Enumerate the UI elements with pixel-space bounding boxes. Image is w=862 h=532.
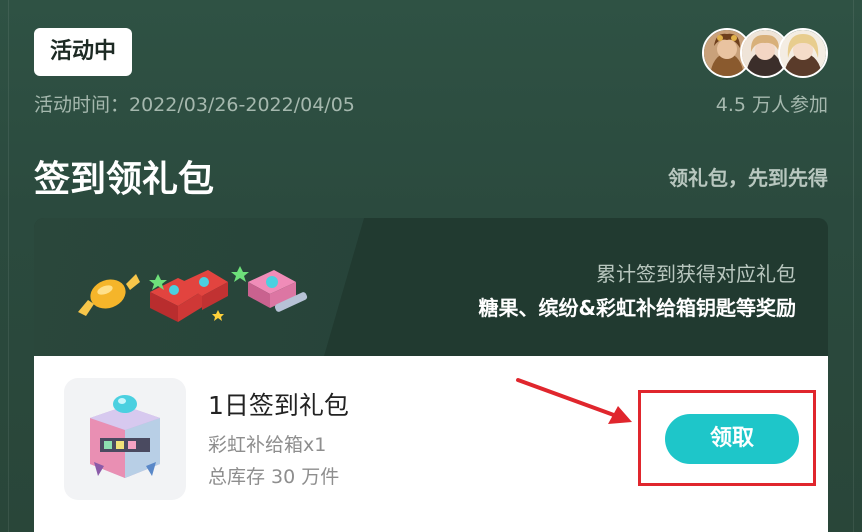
reward-item-thumbnail (64, 378, 186, 500)
avatar (778, 28, 828, 78)
reward-name: 1日签到礼包 (208, 391, 349, 420)
event-screen: 活动中 活动时间：2022/03/26-2022/04/05 4.5 万人参加 … (0, 0, 862, 532)
reward-banner: 累计签到获得对应礼包 糖果、缤纷&彩虹补给箱钥匙等奖励 (34, 218, 828, 356)
section-title: 签到领礼包 (34, 159, 215, 200)
participant-avatars[interactable] (702, 28, 828, 80)
reward-stock: 总库存 30 万件 (208, 466, 340, 488)
section-hint: 领礼包，先到先得 (668, 166, 828, 190)
banner-subtitle: 累计签到获得对应礼包 (596, 262, 796, 286)
participant-count: 4.5 万人参加 (715, 94, 828, 116)
reward-items-art (78, 266, 308, 322)
annotation-highlight-box (638, 390, 816, 486)
event-status-tag: 活动中 (34, 28, 133, 76)
left-edge-line (8, 0, 9, 532)
reward-item: 彩虹补给箱x1 (208, 434, 327, 456)
gift-box-icon (149, 270, 228, 322)
key-icon (231, 266, 308, 312)
rainbow-supply-box-icon (90, 395, 160, 478)
annotation-arrow-icon (516, 378, 632, 424)
right-edge-line (853, 0, 854, 532)
event-time: 活动时间：2022/03/26-2022/04/05 (34, 94, 355, 116)
candy-icon (78, 274, 140, 316)
banner-rewards: 糖果、缤纷&彩虹补给箱钥匙等奖励 (478, 296, 796, 320)
